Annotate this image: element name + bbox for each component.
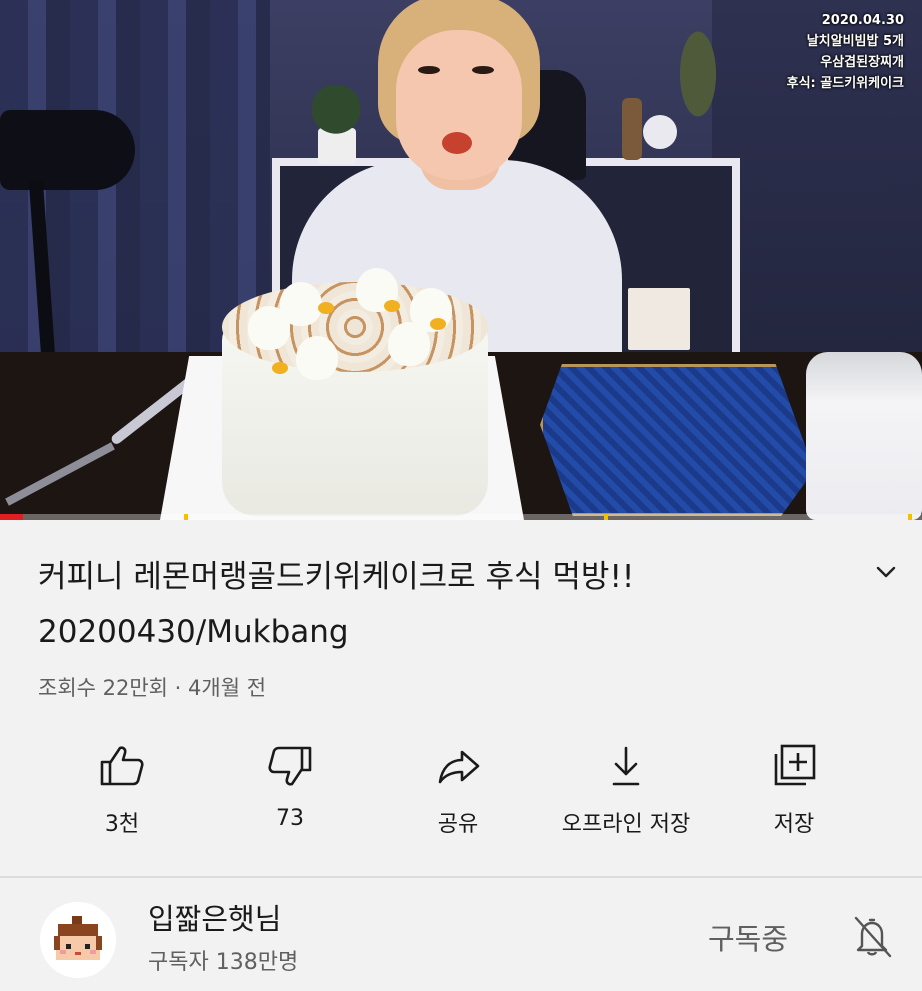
person-face: [396, 30, 522, 180]
shelf-box: [628, 288, 690, 350]
action-bar: 3천 73 공유 오프라인 저장 저장: [0, 740, 922, 850]
caption-date: 2020.04.30: [821, 13, 904, 28]
video-meta: 조회수 22만회 · 4개월 전: [38, 676, 267, 700]
lemon-slice: [430, 318, 446, 330]
ad-marker: [604, 514, 608, 520]
ad-marker: [184, 514, 188, 520]
lemon-slice: [384, 300, 400, 312]
meringue: [388, 322, 430, 366]
plant: [312, 85, 360, 165]
blue-plate: [540, 364, 814, 516]
ad-marker: [908, 514, 912, 520]
download-icon: [612, 746, 640, 786]
chevron-down-icon[interactable]: [872, 558, 900, 586]
globe-lamp: [643, 115, 677, 149]
thumbs-up-icon: [100, 746, 144, 786]
video-caption: 2020.04.30 날치알비빔밥 5개 우삼겹된장찌개 후식: 골드키위케이크: [787, 10, 904, 94]
plant-decor: [670, 30, 726, 140]
caption-line: 우삼겹된장찌개: [820, 55, 904, 70]
person-eye: [472, 66, 494, 74]
subscribed-button[interactable]: 구독중: [708, 916, 788, 958]
progress-bar[interactable]: [0, 514, 922, 520]
thumbs-down-icon: [268, 746, 312, 786]
camera: [0, 110, 135, 190]
person-mouth: [442, 132, 472, 154]
channel-row: 입짧은햇님 구독자 138만명 구독중: [0, 880, 922, 991]
video-player[interactable]: 2020.04.30 날치알비빔밥 5개 우삼겹된장찌개 후식: 골드키위케이크: [0, 0, 922, 520]
like-count: 3천: [104, 812, 140, 837]
bell-off-icon[interactable]: [848, 912, 896, 960]
add-to-playlist-icon: [774, 744, 816, 786]
video-title[interactable]: 커피니 레몬머랭골드키위케이크로 후식 먹방!! 20200430/Mukban…: [38, 550, 858, 660]
progress-fill: [0, 514, 24, 520]
meringue: [248, 306, 290, 350]
subscriber-count: 구독자 138만명: [148, 950, 299, 975]
milk-glass: [806, 352, 922, 520]
share-icon: [438, 750, 480, 784]
caption-line: 후식: 골드키위케이크: [786, 76, 904, 91]
dislike-count: 73: [276, 806, 304, 831]
caption-line: 날치알비빔밥 5개: [806, 34, 904, 49]
wood-figure: [622, 98, 642, 160]
meringue: [296, 336, 338, 380]
avatar[interactable]: [40, 902, 116, 978]
download-label: 오프라인 저장: [561, 812, 691, 837]
save-label: 저장: [773, 812, 815, 837]
lemon-slice: [318, 302, 334, 314]
channel-name[interactable]: 입짧은햇님: [148, 896, 281, 938]
save-button[interactable]: 저장: [694, 740, 894, 850]
divider: [0, 876, 922, 878]
person-eye: [418, 66, 440, 74]
channel-avatar-icon: [40, 902, 116, 978]
share-label: 공유: [437, 812, 479, 837]
lemon-slice: [272, 362, 288, 374]
